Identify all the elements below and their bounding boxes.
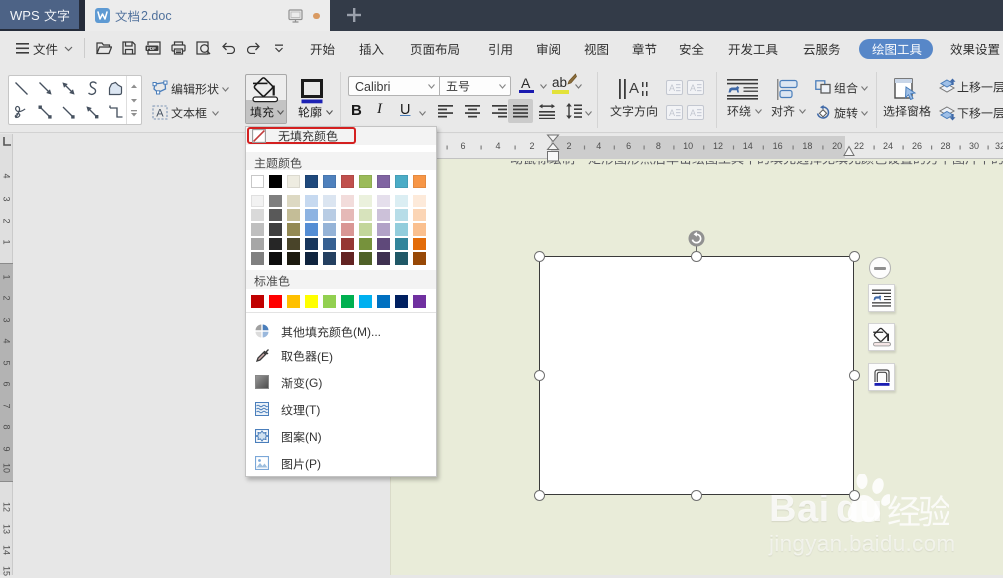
svg-text:A: A [669,83,675,93]
svg-text:PDF: PDF [147,46,156,51]
svg-text:A: A [156,108,164,120]
svg-text:A: A [629,80,639,97]
svg-text:A: A [690,108,696,118]
svg-text:A: A [690,83,696,93]
svg-text:A: A [669,108,675,118]
